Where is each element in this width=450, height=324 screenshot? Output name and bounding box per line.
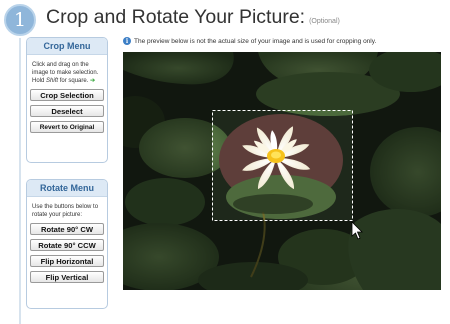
crop-selection-button[interactable]: Crop Selection: [30, 89, 104, 101]
rotate-menu-title: Rotate Menu: [27, 180, 107, 197]
crop-menu-title: Crop Menu: [27, 38, 107, 55]
step-connector-line: [19, 38, 21, 324]
deselect-button[interactable]: Deselect: [30, 105, 104, 117]
rotate-cw-button[interactable]: Rotate 90° CW: [30, 223, 104, 235]
page-header: Crop and Rotate Your Picture: (Optional): [46, 6, 340, 29]
page-title: Crop and Rotate Your Picture:: [46, 6, 306, 28]
crop-menu-instructions: Click and drag on the image to make sele…: [32, 62, 99, 84]
crop-menu-panel: Crop Menu Click and drag on the image to…: [26, 37, 108, 163]
info-icon: i: [123, 37, 131, 45]
water-lily-photo: [123, 52, 441, 290]
image-preview-canvas[interactable]: [123, 52, 441, 290]
flip-horizontal-button[interactable]: Flip Horizontal: [30, 255, 104, 267]
shift-key-text: Shift: [46, 78, 59, 84]
info-notice: i The preview below is not the actual si…: [123, 37, 376, 45]
info-text: The preview below is not the actual size…: [134, 37, 377, 45]
flip-vertical-button[interactable]: Flip Vertical: [30, 271, 104, 283]
step-number-circle: 1: [4, 4, 36, 36]
optional-label: (Optional): [309, 18, 340, 25]
rotate-menu-panel: Rotate Menu Use the buttons below to rot…: [26, 179, 108, 309]
revert-to-original-button[interactable]: Revert to Original: [30, 121, 104, 133]
green-arrow-icon: ➔: [90, 78, 96, 84]
rotate-ccw-button[interactable]: Rotate 90° CCW: [30, 239, 104, 251]
rotate-menu-instructions: Use the buttons below to rotate your pic…: [32, 204, 99, 218]
